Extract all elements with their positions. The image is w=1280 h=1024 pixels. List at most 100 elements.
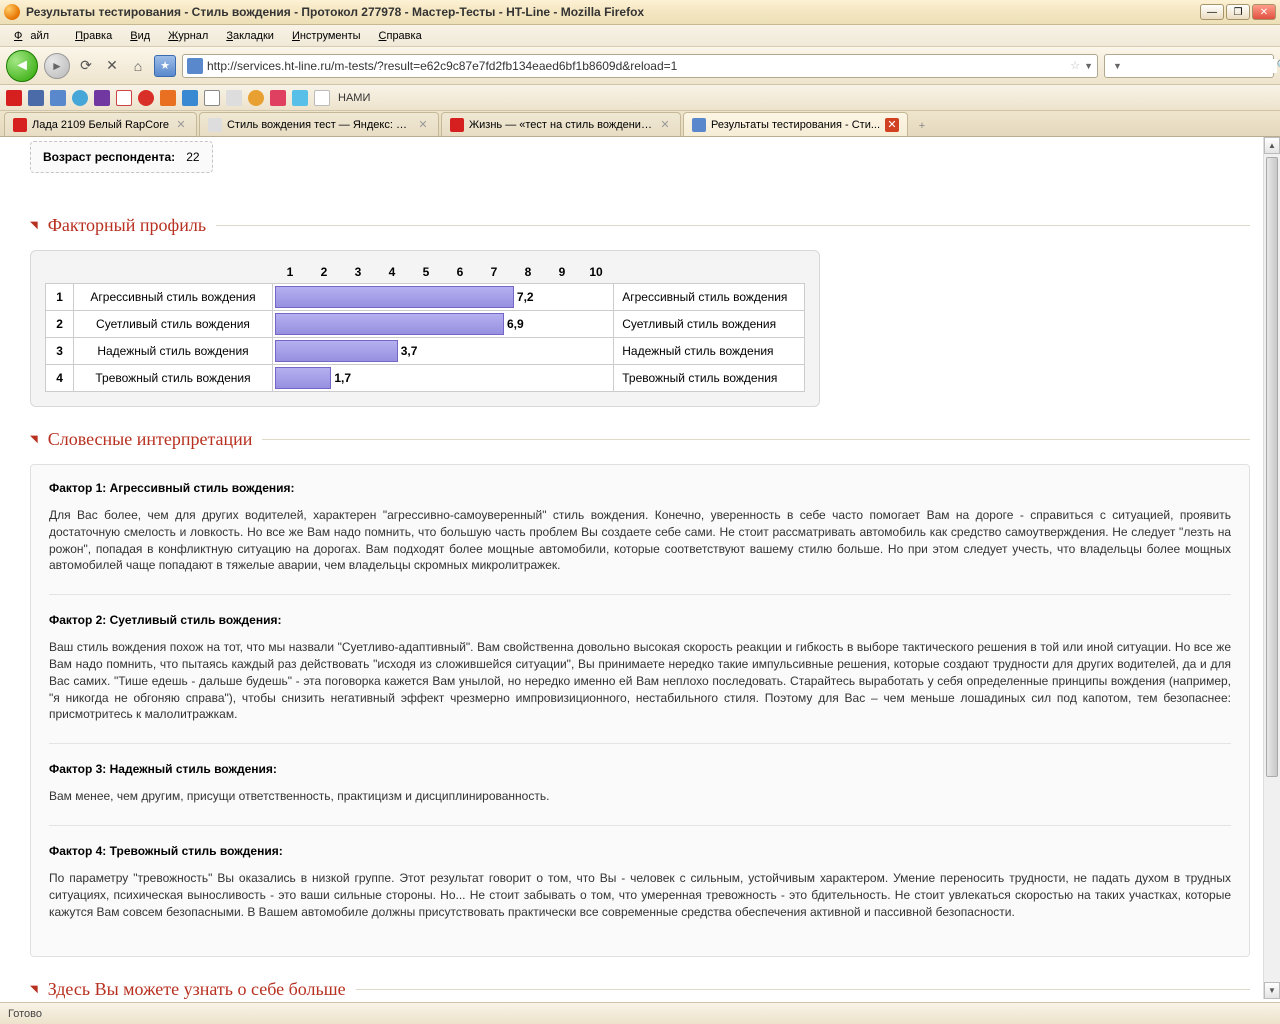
new-tab-button[interactable]: +: [910, 116, 934, 136]
divider: [356, 989, 1250, 990]
bookmark-star-icon[interactable]: ☆: [1070, 59, 1080, 72]
bookmarks-button[interactable]: ★: [154, 55, 176, 77]
table-row: 1 Агрессивный стиль вождения 7,2 Агресси…: [46, 284, 805, 311]
row-bar-cell: 7,2: [272, 284, 613, 311]
row-label-right: Тревожный стиль вождения: [614, 365, 805, 392]
scale-tick: 1: [287, 265, 294, 279]
menu-edit[interactable]: Правка: [67, 28, 120, 44]
bar-fill: 6,9: [275, 313, 504, 335]
tab-label: Лада 2109 Белый RapCore: [32, 119, 169, 131]
url-bar[interactable]: ☆ ▼: [182, 54, 1098, 78]
menu-file[interactable]: Файл: [6, 28, 65, 44]
tab-close-icon[interactable]: ✕: [174, 118, 188, 132]
factor-block: Фактор 4: Тревожный стиль вождения: По па…: [49, 844, 1231, 920]
bookmark-icon[interactable]: [182, 90, 198, 106]
row-label-right: Надежный стиль вождения: [614, 338, 805, 365]
factor-block: Фактор 3: Надежный стиль вождения:Вам ме…: [49, 762, 1231, 805]
menu-tools[interactable]: Инструменты: [284, 28, 369, 44]
respondent-box: Возраст респондента: 22: [30, 141, 213, 173]
reload-button[interactable]: ⟳: [76, 56, 96, 76]
bookmark-icon[interactable]: [292, 90, 308, 106]
section-title: Здесь Вы можете узнать о себе больше: [48, 979, 346, 999]
bookmark-icon[interactable]: [226, 90, 242, 106]
divider: [262, 439, 1250, 440]
browser-tab[interactable]: Стиль вождения тест — Яндекс: На... ✕: [199, 112, 439, 136]
factor-block: Фактор 2: Суетливый стиль вождения:Ваш с…: [49, 613, 1231, 723]
factor-text: Вам менее, чем другим, присущи ответстве…: [49, 788, 1231, 805]
window-titlebar: Результаты тестирования - Стиль вождения…: [0, 0, 1280, 25]
bar-value: 3,7: [401, 344, 418, 358]
table-row: 3 Надежный стиль вождения 3,7 Надежный с…: [46, 338, 805, 365]
row-index: 4: [46, 365, 74, 392]
tab-label: Жизнь — «тест на стиль вождения»: [469, 119, 653, 131]
row-index: 2: [46, 311, 74, 338]
close-button[interactable]: ✕: [1252, 4, 1276, 20]
arrow-icon: ◥: [30, 220, 38, 231]
scale-tick: 2: [321, 265, 328, 279]
scroll-down-button[interactable]: ▼: [1264, 982, 1280, 999]
search-bar[interactable]: ▼ 🔍: [1104, 54, 1274, 78]
tab-label: Стиль вождения тест — Яндекс: На...: [227, 119, 411, 131]
browser-tab[interactable]: Жизнь — «тест на стиль вождения» ✕: [441, 112, 681, 136]
back-button[interactable]: ◄: [6, 50, 38, 82]
respondent-label: Возраст респондента:: [43, 150, 175, 164]
bookmark-icon[interactable]: [116, 90, 132, 106]
bookmark-icon[interactable]: [50, 90, 66, 106]
tab-favicon: [692, 118, 706, 132]
chart-scale: 12345678910: [273, 265, 613, 283]
nav-toolbar: ◄ ► ⟳ ✕ ⌂ ★ ☆ ▼ ▼ 🔍: [0, 47, 1280, 85]
row-bar-cell: 3,7: [272, 338, 613, 365]
tab-close-icon[interactable]: ✕: [416, 118, 430, 132]
row-label-left: Тревожный стиль вождения: [74, 365, 273, 392]
row-label-left: Суетливый стиль вождения: [74, 311, 273, 338]
menu-history[interactable]: Журнал: [160, 28, 216, 44]
url-input[interactable]: [207, 59, 1066, 73]
bookmark-icon[interactable]: [204, 90, 220, 106]
menu-view[interactable]: Вид: [122, 28, 158, 44]
bookmark-nami[interactable]: НАМИ: [338, 92, 370, 104]
bookmark-icon[interactable]: [314, 90, 330, 106]
status-bar: Готово: [0, 1002, 1280, 1024]
factor-text: По параметру "тревожность" Вы оказались …: [49, 870, 1231, 920]
url-dropdown-icon[interactable]: ▼: [1084, 61, 1093, 71]
minimize-button[interactable]: —: [1200, 4, 1224, 20]
home-button[interactable]: ⌂: [128, 56, 148, 76]
scroll-thumb[interactable]: [1266, 157, 1278, 777]
divider: [216, 225, 1250, 226]
factor-text: Для Вас более, чем для других водителей,…: [49, 507, 1231, 574]
bookmark-icon[interactable]: [248, 90, 264, 106]
bookmark-icon[interactable]: [6, 90, 22, 106]
scroll-up-button[interactable]: ▲: [1264, 137, 1280, 154]
row-bar-cell: 6,9: [272, 311, 613, 338]
factor-title: Фактор 4: Тревожный стиль вождения:: [49, 844, 1231, 858]
section-header-profile: ◥ Факторный профиль: [30, 215, 1250, 236]
bookmark-icon[interactable]: [28, 90, 44, 106]
tab-close-icon[interactable]: ✕: [885, 118, 899, 132]
tab-close-icon[interactable]: ✕: [658, 118, 672, 132]
search-engine-dropdown[interactable]: ▼: [1113, 61, 1122, 71]
row-label-right: Агрессивный стиль вождения: [614, 284, 805, 311]
menu-bookmarks[interactable]: Закладки: [218, 28, 282, 44]
stop-button[interactable]: ✕: [102, 56, 122, 76]
scale-tick: 8: [525, 265, 532, 279]
bookmark-icon[interactable]: [270, 90, 286, 106]
browser-tab[interactable]: Лада 2109 Белый RapCore ✕: [4, 112, 197, 136]
tab-strip: Лада 2109 Белый RapCore✕Стиль вождения т…: [0, 111, 1280, 137]
browser-tab[interactable]: Результаты тестирования - Сти...✕: [683, 112, 908, 136]
page-content: Возраст респондента: 22 ◥ Факторный проф…: [0, 137, 1280, 999]
section-title: Словесные интерпретации: [48, 429, 253, 450]
bookmark-icon[interactable]: [138, 90, 154, 106]
table-row: 2 Суетливый стиль вождения 6,9 Суетливый…: [46, 311, 805, 338]
bookmark-icon[interactable]: [160, 90, 176, 106]
search-input[interactable]: [1122, 59, 1277, 73]
bookmark-icon[interactable]: [72, 90, 88, 106]
scale-tick: 10: [589, 265, 602, 279]
scale-tick: 7: [491, 265, 498, 279]
bookmark-icon[interactable]: [94, 90, 110, 106]
forward-button[interactable]: ►: [44, 53, 70, 79]
tab-favicon: [208, 118, 222, 132]
site-identity-icon[interactable]: [187, 58, 203, 74]
menu-help[interactable]: Справка: [371, 28, 430, 44]
vertical-scrollbar[interactable]: ▲ ▼: [1263, 137, 1280, 999]
maximize-button[interactable]: ❐: [1226, 4, 1250, 20]
